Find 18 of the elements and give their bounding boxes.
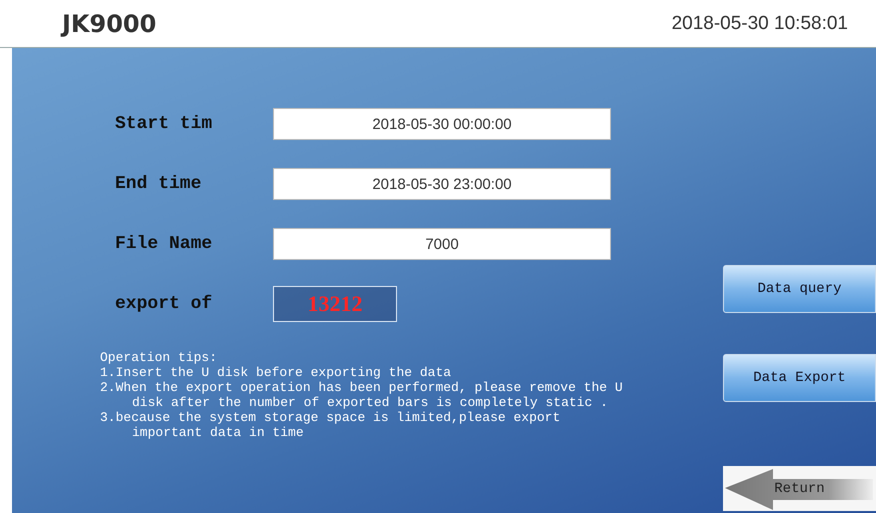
tip-text: 3.because the system storage space is limited,please export important data in time: [100, 410, 562, 440]
export-count: 13212: [273, 286, 397, 322]
tips-title: Operation tips:: [100, 350, 218, 365]
input-field[interactable]: 7000: [273, 228, 611, 260]
app-title: JK9000: [62, 10, 156, 38]
action-button[interactable]: Data Export: [723, 354, 876, 402]
input-field[interactable]: 2018-05-30 00:00:00: [273, 108, 611, 140]
field-label: Start tim: [114, 114, 214, 134]
field-label: End time: [114, 174, 202, 194]
field-label: export of: [114, 294, 214, 314]
return-button[interactable]: Return: [723, 466, 876, 511]
field-label: File Name: [114, 234, 214, 254]
tip-text: 1.Insert the U disk before exporting the data: [100, 365, 452, 380]
action-button[interactable]: Data query: [723, 265, 876, 313]
tip-text: 2.When the export operation has been performed, please remove the U disk after the number of exported bars is completely static .: [100, 380, 624, 410]
input-field[interactable]: 2018-05-30 23:00:00: [273, 168, 611, 200]
datetime: 2018-05-30 10:58:01: [672, 12, 848, 34]
left-arrow-icon: [725, 466, 875, 511]
